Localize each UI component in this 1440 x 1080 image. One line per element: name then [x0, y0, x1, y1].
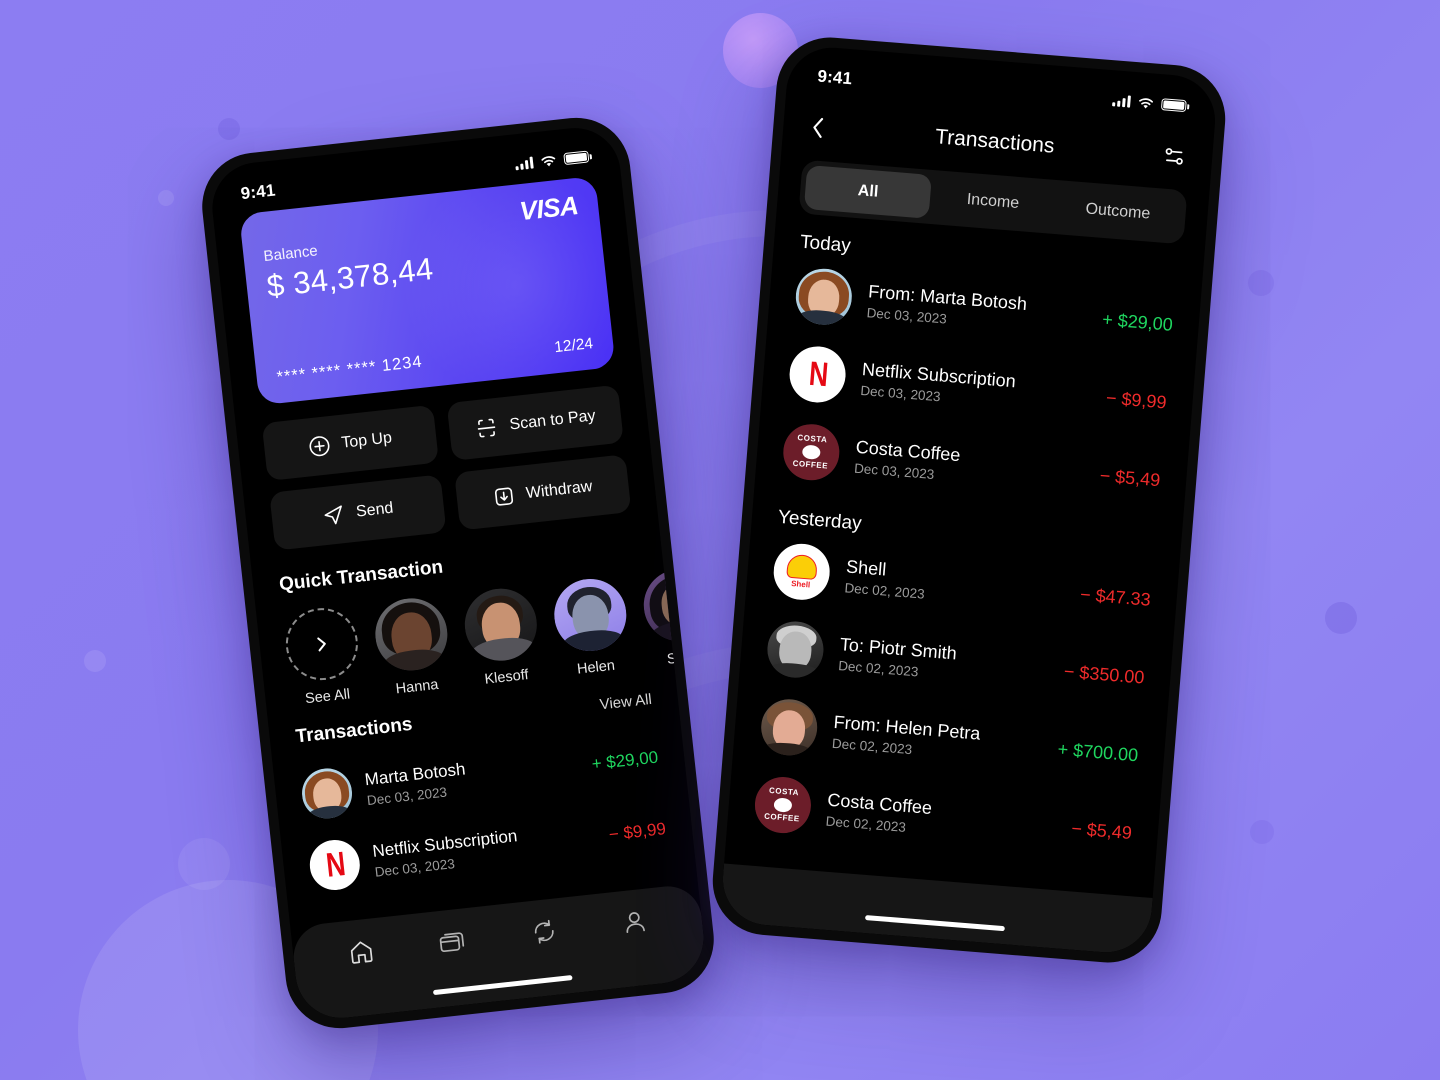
- battery-icon: [1160, 97, 1187, 113]
- transaction-amount: − $5,49: [1070, 817, 1133, 843]
- netflix-logo-icon: N: [307, 837, 363, 893]
- home-screen: 9:41 VISA Balance $ 34,378,44 **** **** …: [207, 123, 709, 1023]
- transaction-amount: + $29,00: [590, 747, 660, 774]
- card-footer: **** **** **** 1234 12/24: [276, 334, 594, 387]
- background-circle-small-4: [1248, 270, 1274, 296]
- top-up-label: Top Up: [340, 429, 393, 452]
- transactions-screen: 9:41 Transactions All Income Outcome Tod…: [719, 44, 1219, 956]
- wifi-icon: [541, 155, 556, 166]
- withdraw-button[interactable]: Withdraw: [454, 454, 632, 531]
- costa-coffee-logo-icon: COSTA COFFEE: [781, 422, 842, 483]
- chevron-left-icon[interactable]: [808, 114, 828, 141]
- avatar: [461, 584, 541, 665]
- transaction-info: From: Helen Petra Dec 02, 2023: [831, 711, 1043, 767]
- signal-bars-icon: [515, 156, 534, 171]
- netflix-logo-icon: N: [787, 344, 848, 405]
- transaction-info: From: Marta Botosh Dec 03, 2023: [866, 281, 1088, 337]
- background-circle-small-3: [1325, 602, 1357, 634]
- status-time: 9:41: [239, 180, 277, 204]
- avatar: [550, 575, 630, 655]
- transaction-amount: − $9,99: [1105, 387, 1168, 412]
- transaction-info: Netflix Subscription Dec 03, 2023: [372, 818, 598, 879]
- tab-all[interactable]: All: [803, 164, 933, 219]
- home-content: VISA Balance $ 34,378,44 **** **** **** …: [213, 169, 709, 906]
- avatar: [759, 697, 820, 758]
- transaction-info: Netflix Subscription Dec 03, 2023: [860, 359, 1092, 416]
- home-icon[interactable]: [345, 936, 376, 967]
- costa-coffee-logo-icon: COSTA COFFEE: [752, 774, 814, 836]
- home-transaction-list: Marta Botosh Dec 03, 2023 + $29,00 N Net…: [298, 722, 669, 904]
- scan-to-pay-button[interactable]: Scan to Pay: [446, 384, 624, 461]
- balance-label: Balance: [262, 242, 319, 266]
- card-expiry: 12/24: [553, 335, 594, 357]
- transaction-amount: − $350.00: [1063, 660, 1146, 688]
- plus-circle-icon: [309, 436, 330, 457]
- transaction-amount: − $9,99: [607, 819, 667, 845]
- sliders-icon[interactable]: [1161, 143, 1187, 169]
- battery-icon: [563, 150, 590, 166]
- transaction-amount: − $47.33: [1079, 583, 1152, 610]
- download-box-icon: [495, 487, 514, 506]
- contact-klesoff[interactable]: Klesoff: [461, 584, 543, 689]
- profile-icon[interactable]: [619, 907, 650, 938]
- balance-card[interactable]: VISA Balance $ 34,378,44 **** **** **** …: [239, 175, 616, 406]
- avatar: [371, 594, 452, 675]
- signal-bars-icon: [1112, 94, 1131, 108]
- scan-icon: [478, 418, 496, 438]
- tab-outcome[interactable]: Outcome: [1054, 185, 1182, 239]
- transaction-info: To: Piotr Smith Dec 02, 2023: [838, 634, 1050, 690]
- today-transaction-list: From: Marta Botosh Dec 03, 2023 + $29,00…: [754, 253, 1201, 521]
- chevron-right-icon: [317, 637, 326, 652]
- cards-icon[interactable]: [436, 926, 469, 957]
- wifi-icon: [1139, 97, 1154, 108]
- contact-hanna[interactable]: Hanna: [371, 594, 454, 699]
- card-number: **** **** **** 1234: [275, 352, 424, 387]
- transaction-info: Costa Coffee Dec 02, 2023: [825, 789, 1057, 846]
- view-all-link[interactable]: View All: [599, 691, 653, 714]
- transaction-amount: + $700.00: [1056, 738, 1139, 765]
- avatar: [793, 266, 854, 327]
- home-indicator: [864, 915, 1005, 932]
- background-circle-small-2: [218, 118, 240, 140]
- quick-actions: Top Up Scan to Pay Send Withdraw: [261, 384, 632, 551]
- shell-logo-icon: Shell: [771, 541, 832, 602]
- background-circle-small-5: [1250, 820, 1274, 844]
- background-circle-small-1: [178, 838, 230, 890]
- contact-helen[interactable]: Helen: [550, 575, 633, 679]
- transaction-amount: − $5,49: [1099, 464, 1162, 490]
- contact-see-all[interactable]: See All: [282, 604, 364, 708]
- send-button[interactable]: Send: [269, 474, 447, 551]
- top-up-button[interactable]: Top Up: [261, 404, 439, 481]
- see-all-circle: [282, 604, 362, 684]
- background-decoration: [0, 0, 1440, 1080]
- phone-transactions-mockup: 9:41 Transactions All Income Outcome Tod…: [708, 33, 1230, 967]
- status-icons: [1112, 94, 1187, 113]
- background-circle-small-7: [158, 190, 174, 206]
- paper-plane-icon: [324, 504, 343, 524]
- yesterday-transaction-list: Shell Shell Dec 02, 2023 − $47.33 To: Pi…: [726, 529, 1180, 874]
- background-circle-small-6: [84, 650, 106, 672]
- avatar: [299, 765, 355, 821]
- home-indicator: [432, 975, 573, 996]
- tab-income[interactable]: Income: [929, 175, 1057, 229]
- withdraw-label: Withdraw: [525, 478, 594, 503]
- page-title: Transactions: [934, 125, 1056, 158]
- exchange-icon[interactable]: [528, 916, 559, 947]
- transactions-title: Transactions: [294, 713, 414, 748]
- status-icons: [515, 150, 590, 171]
- send-label: Send: [355, 499, 395, 521]
- scan-to-pay-label: Scan to Pay: [508, 407, 597, 434]
- status-time: 9:41: [816, 66, 853, 89]
- transaction-amount: + $29,00: [1101, 308, 1174, 335]
- transaction-info: Marta Botosh Dec 03, 2023: [364, 747, 580, 808]
- transaction-info: Costa Coffee Dec 03, 2023: [854, 436, 1086, 493]
- visa-logo: VISA: [517, 189, 580, 227]
- avatar: [765, 619, 826, 680]
- transaction-info: Shell Dec 02, 2023: [844, 556, 1066, 612]
